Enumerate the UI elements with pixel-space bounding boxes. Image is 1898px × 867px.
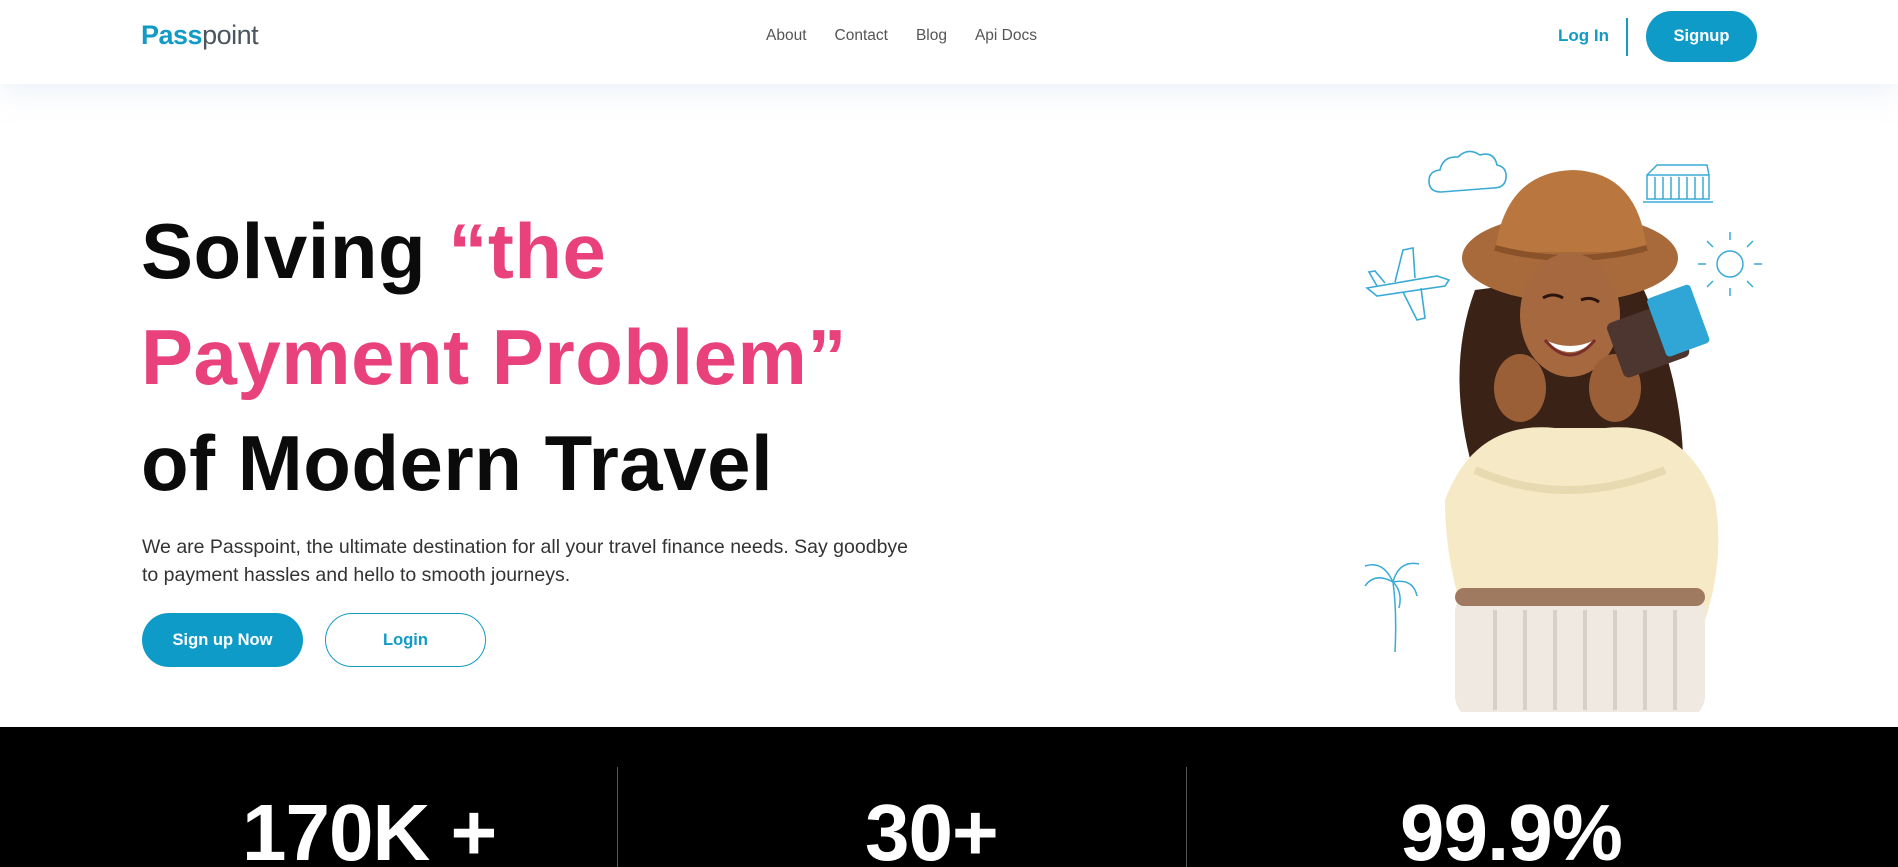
- cloud-icon: [1428, 150, 1507, 193]
- hero-title: Solving “the Payment Problem” of Modern …: [141, 198, 847, 516]
- logo-point: point: [202, 20, 259, 50]
- nav-about[interactable]: About: [766, 27, 807, 45]
- log-in-link[interactable]: Log In: [1558, 26, 1609, 46]
- stat-countries: 30+: [865, 788, 999, 867]
- hero-image: [1364, 150, 1762, 712]
- airplane-icon: [1365, 247, 1451, 321]
- hero-subtitle: We are Passpoint, the ultimate destinati…: [142, 536, 909, 586]
- nav-divider: [1626, 18, 1628, 56]
- stats-divider: [617, 767, 618, 867]
- hero-title-solving: Solving: [141, 207, 449, 295]
- login-button[interactable]: Login: [325, 613, 486, 667]
- stat-uptime: 99.9%: [1400, 788, 1623, 867]
- hero-title-line-3: of Modern Travel: [141, 419, 774, 507]
- hero-title-line-1: Solving “the: [141, 198, 847, 304]
- stat-users: 170K +: [242, 788, 497, 867]
- building-icon: [1643, 164, 1713, 203]
- hero-title-line-2: Payment Problem”: [141, 313, 847, 401]
- signup-button[interactable]: Signup: [1646, 11, 1757, 62]
- nav-api-docs[interactable]: Api Docs: [975, 27, 1037, 45]
- hero-title-the: “the: [448, 207, 607, 295]
- top-navbar: Passpoint About Contact Blog Api Docs Lo…: [0, 0, 1898, 84]
- traveler-figure: [1445, 170, 1719, 712]
- palm-tree-icon: [1364, 562, 1420, 653]
- sign-up-now-button[interactable]: Sign up Now: [142, 613, 303, 667]
- sun-icon: [1698, 232, 1762, 296]
- stats-divider: [1186, 767, 1187, 867]
- logo-pass: Pass: [141, 20, 203, 50]
- main-nav: About Contact Blog Api Docs: [766, 27, 1037, 45]
- nav-blog[interactable]: Blog: [916, 27, 947, 45]
- passpoint-logo[interactable]: Passpoint: [141, 20, 259, 51]
- stats-bar: 170K + 30+ 99.9%: [0, 727, 1898, 867]
- nav-contact[interactable]: Contact: [835, 27, 888, 45]
